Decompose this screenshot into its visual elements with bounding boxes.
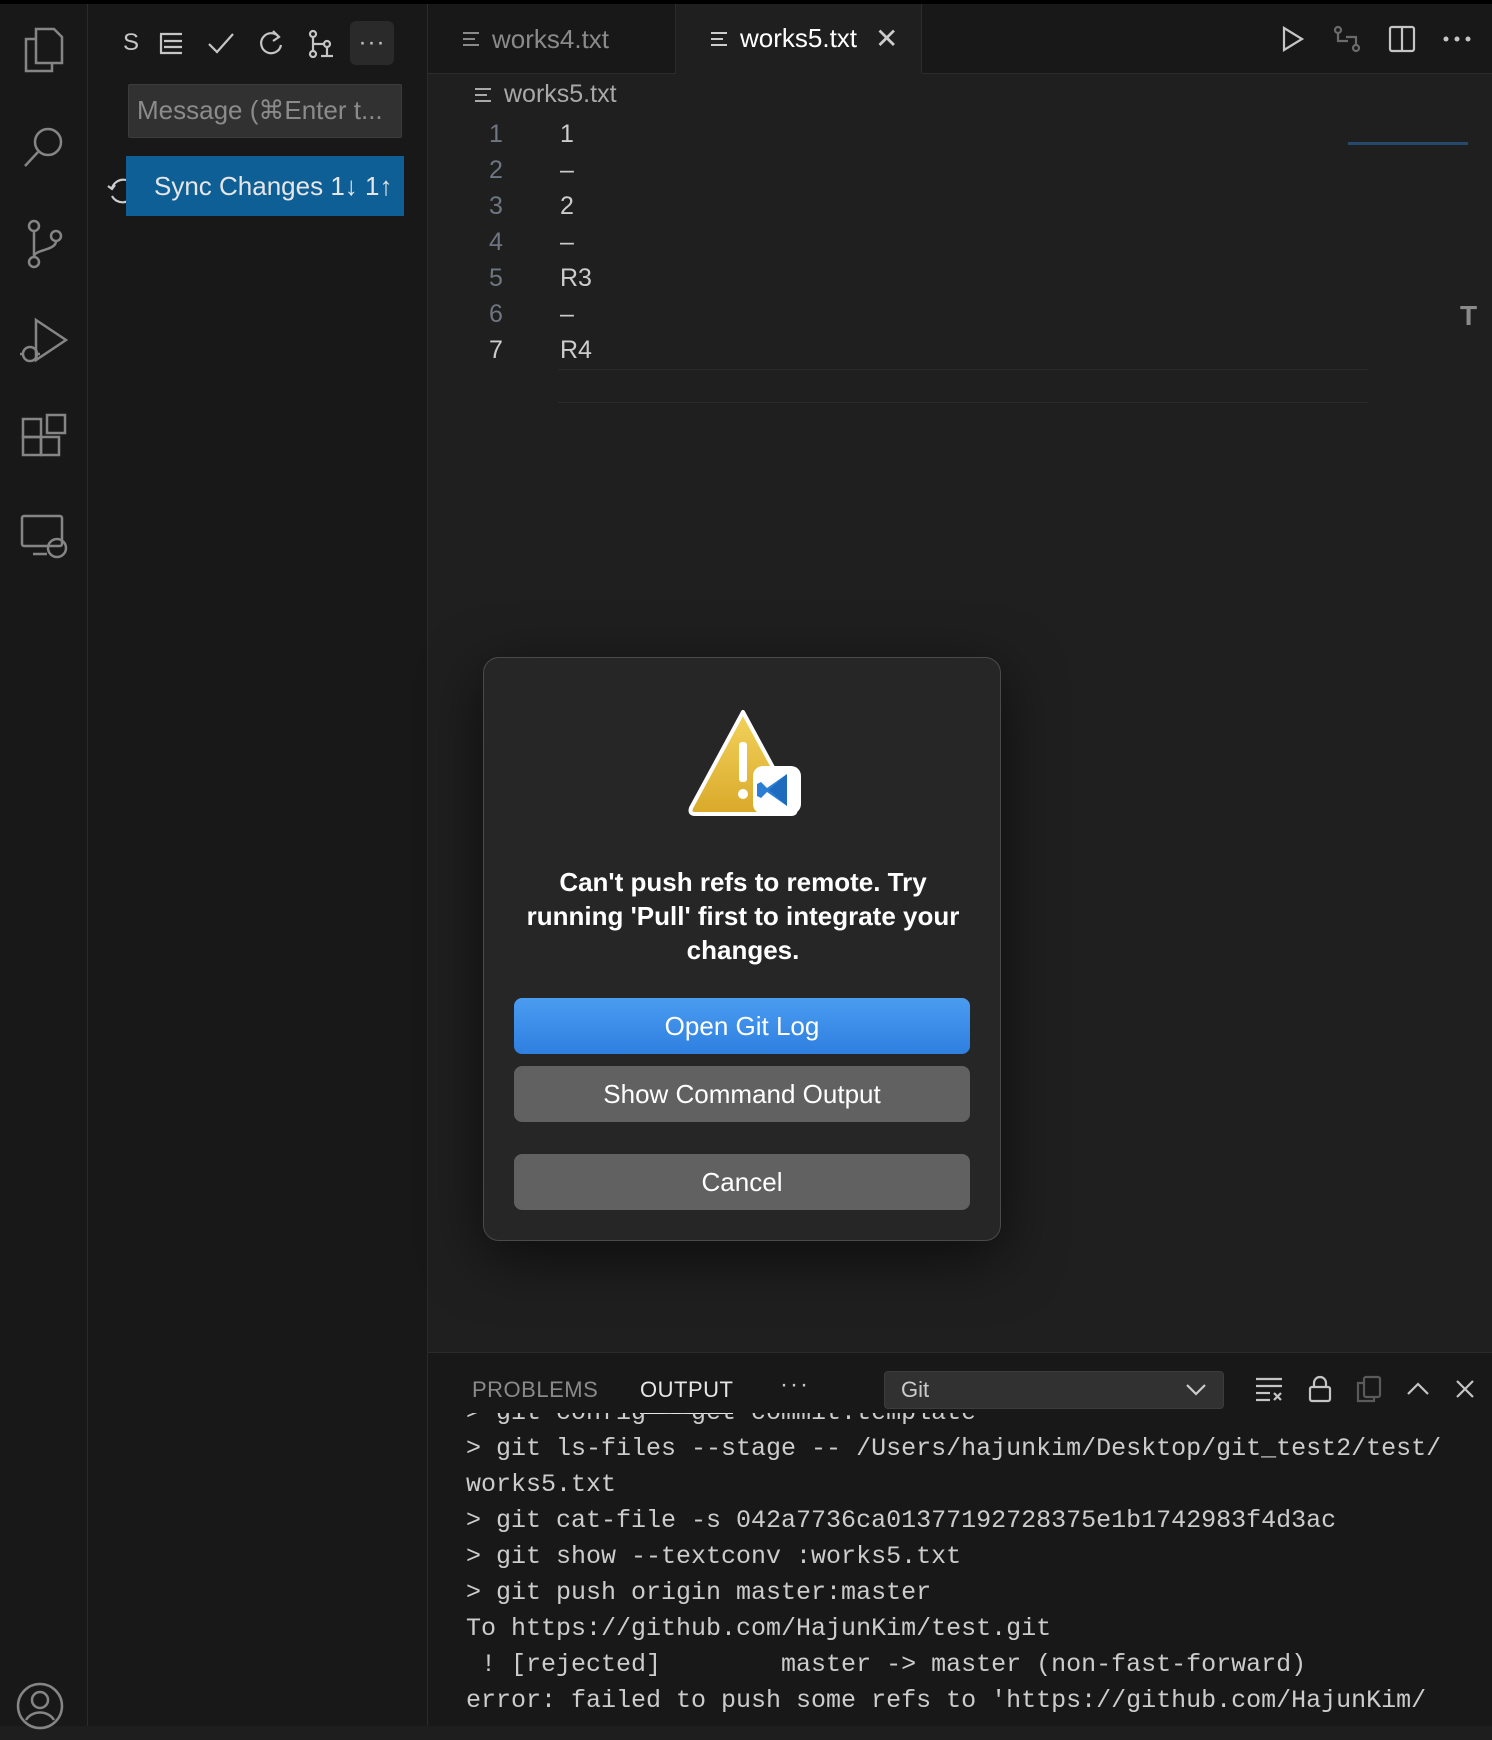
dialog-message: Can't push refs to remote. Try running '… <box>526 867 960 965</box>
sync-changes-button[interactable]: Sync Changes 1↓ 1↑ <box>126 156 404 216</box>
panel-actions <box>1254 1375 1476 1403</box>
tab-label: works4.txt <box>492 23 610 54</box>
bottom-panel: PROBLEMS OUTPUT ··· Git > git config --g… <box>428 1352 1492 1726</box>
activity-bar <box>0 4 88 1730</box>
output-line: > git push origin master:master <box>466 1578 932 1607</box>
code-line: 11 <box>489 120 574 148</box>
breadcrumb[interactable]: works5.txt <box>474 80 617 109</box>
explorer-icon[interactable] <box>14 20 74 80</box>
accounts-icon[interactable] <box>14 1680 74 1740</box>
lock-icon[interactable] <box>1308 1375 1332 1403</box>
tab-works4[interactable]: works4.txt <box>428 4 676 74</box>
remote-explorer-icon[interactable] <box>14 506 74 566</box>
run-debug-icon[interactable] <box>14 310 74 370</box>
code-line: 7 R4 <box>489 336 592 364</box>
output-line: > git cat-file -s 042a7736ca013771927283… <box>466 1506 1337 1535</box>
tab-label: works5.txt <box>740 23 858 53</box>
output-line: > git show --textconv :works5.txt <box>466 1542 962 1571</box>
code-line: 4– <box>489 228 574 256</box>
close-panel-icon[interactable] <box>1454 1378 1476 1400</box>
more-icon[interactable] <box>1442 35 1472 43</box>
extensions-icon[interactable] <box>14 408 74 468</box>
commit-check-icon[interactable] <box>196 21 246 65</box>
vscode-logo-icon <box>753 766 801 814</box>
output-line[interactable]: To https://github.com/HajunKim/test.git <box>466 1611 1476 1647</box>
chevron-down-icon <box>1186 1384 1206 1396</box>
output-line: works5.txt <box>466 1470 617 1499</box>
source-control-icon[interactable] <box>14 214 74 274</box>
view-as-tree-icon[interactable] <box>146 21 196 65</box>
file-lines-icon <box>711 31 727 46</box>
editor-actions <box>1280 24 1472 54</box>
commit-message-input[interactable]: Message (⌘Enter t... <box>128 84 402 138</box>
more-actions-button[interactable]: ··· <box>350 21 394 65</box>
search-icon[interactable] <box>14 118 74 178</box>
code-line: 2– <box>489 156 574 184</box>
run-icon[interactable] <box>1280 25 1306 53</box>
cancel-button[interactable]: Cancel <box>514 1154 970 1210</box>
panel-more-button[interactable]: ··· <box>780 1371 810 1399</box>
current-line-highlight <box>558 369 1368 403</box>
output-line: > git config --get commit.template <box>466 1413 1476 1431</box>
output-channel-select[interactable]: Git <box>884 1371 1224 1409</box>
compare-changes-icon[interactable] <box>1332 24 1362 54</box>
code-line: 6– <box>489 300 574 328</box>
editor-tab-bar: works4.txt works5.txt ✕ <box>428 4 1492 74</box>
minimap[interactable] <box>1348 142 1468 145</box>
open-git-log-button[interactable]: Open Git Log <box>514 998 970 1054</box>
warning-icon <box>688 710 801 816</box>
show-command-output-button[interactable]: Show Command Output <box>514 1066 970 1122</box>
tab-problems[interactable]: PROBLEMS <box>472 1377 598 1403</box>
output-line: error: failed to push some refs to 'http… <box>466 1686 1427 1715</box>
file-lines-icon <box>475 87 491 102</box>
source-control-toolbar: S ··· <box>116 18 394 68</box>
clear-output-icon[interactable] <box>1254 1376 1284 1402</box>
output-line: > git ls-files --stage -- /Users/hajunki… <box>466 1434 1442 1463</box>
breadcrumb-file: works5.txt <box>504 80 617 108</box>
tab-works5[interactable]: works5.txt ✕ <box>676 4 922 74</box>
error-dialog: Can't push refs to remote. Try running '… <box>483 657 1001 1241</box>
copy-icon[interactable] <box>1356 1375 1382 1403</box>
source-control-sidebar: S ··· Message (⌘Enter t... Sync Changes … <box>88 4 428 1726</box>
refresh-icon[interactable] <box>246 21 296 65</box>
output-line: ! [rejected] master -> master (non-fast-… <box>466 1650 1307 1679</box>
close-icon[interactable]: ✕ <box>875 22 898 55</box>
output-log[interactable]: > git config --get commit.template > git… <box>466 1413 1476 1727</box>
tab-output[interactable]: OUTPUT <box>640 1377 734 1414</box>
code-line: 32 <box>489 192 574 220</box>
chevron-up-icon[interactable] <box>1406 1382 1430 1396</box>
file-lines-icon <box>463 32 479 46</box>
code-line: 5 R3 <box>489 264 592 292</box>
graph-icon[interactable] <box>296 21 346 65</box>
channel-value: Git <box>901 1377 930 1402</box>
split-editor-icon[interactable] <box>1388 25 1416 53</box>
sidebar-title: S <box>122 29 139 56</box>
scrollbar-marker[interactable]: T <box>1460 300 1477 331</box>
